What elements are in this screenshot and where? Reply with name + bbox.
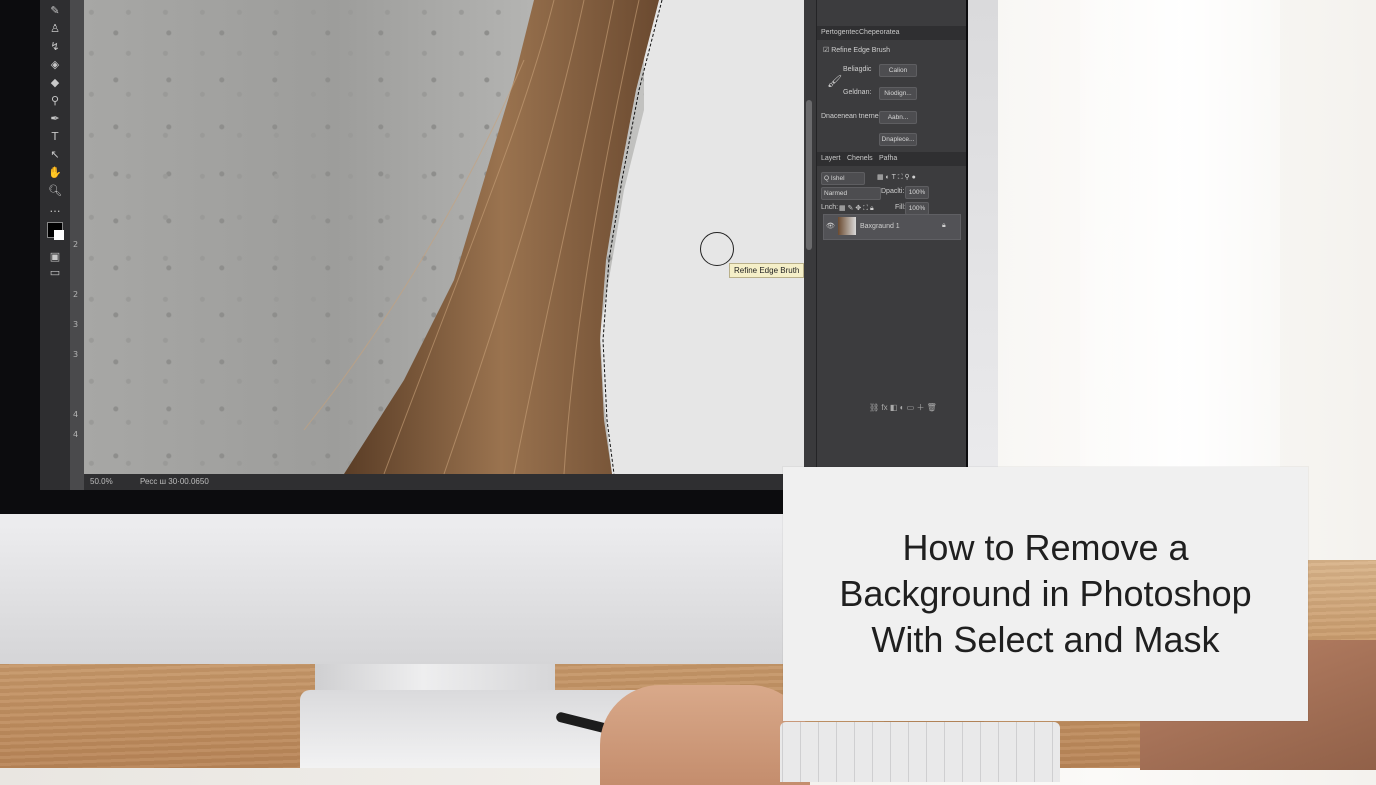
keyboard — [780, 722, 1060, 782]
pen-icon[interactable]: ✒ — [47, 112, 63, 126]
screen-mode-icon[interactable]: ▭ — [47, 266, 63, 280]
tools-panel: ✎ ♙ ↯ ◈ ◆ ⚲ ✒ T ↖ ✋ 🔍︎ … ▣ ▭ — [40, 0, 71, 490]
refine-edge-checkbox-label: Refine Edge Brush — [831, 47, 890, 54]
layers-tabs: Layert Chenels Pafha — [817, 152, 966, 166]
dodge-icon[interactable]: ⚲ — [47, 94, 63, 108]
ruler-number: 3 — [73, 320, 79, 329]
ruler-number: 4 — [73, 430, 79, 439]
hair-image — [303, 0, 804, 474]
opacity-label: Dpaclti: — [881, 188, 905, 195]
title-line-3: With Select and Mask — [871, 619, 1220, 660]
tab-layers[interactable]: Layert — [821, 152, 840, 166]
quick-mask-icon[interactable]: ▣ — [47, 250, 63, 264]
tab-paths[interactable]: Pafha — [879, 152, 897, 166]
status-bar: 50.0% Ресс ш 30·00.0650 — [84, 474, 804, 490]
brush-preset-icon[interactable]: 🖌︎ — [827, 74, 842, 88]
ruler-number: 2 — [73, 290, 79, 299]
history-brush-icon[interactable]: ↯ — [47, 40, 63, 54]
property-button-2[interactable]: Niodign... — [879, 87, 917, 100]
canvas-vertical-scrollbar[interactable] — [804, 0, 814, 474]
zoom-level[interactable]: 50.0% — [90, 474, 113, 490]
lock-icon: 🔒︎ — [942, 222, 946, 229]
layer-row[interactable]: 👁︎ Baxgraund 1 🔒︎ — [823, 214, 961, 240]
layer-name: Baxgraund 1 — [860, 223, 900, 230]
property-button-4[interactable]: Dnaplece... — [879, 133, 917, 146]
photoshop-screen: ✎ ♙ ↯ ◈ ◆ ⚲ ✒ T ↖ ✋ 🔍︎ … ▣ ▭ 2 2 3 3 4 4… — [40, 0, 966, 490]
tool-tooltip: Refine Edge Bruth — [729, 263, 804, 278]
lock-icons[interactable]: ▦ ✎ ✥ ⛶ 🔒︎ — [839, 204, 874, 213]
properties-tabs: Pertogentec Chepeoratea — [817, 26, 966, 40]
title-line-2: Background in Photoshop — [839, 573, 1252, 614]
article-title: How to Remove a Background in Photoshop … — [811, 525, 1281, 663]
blend-mode-select[interactable]: Narmed — [821, 187, 881, 200]
ruler-number: 4 — [73, 410, 79, 419]
opacity-field[interactable]: 100% — [905, 186, 929, 199]
path-select-icon[interactable]: ↖ — [47, 148, 63, 162]
tab-adjustments[interactable]: Chepeoratea — [859, 26, 899, 40]
property-button-3[interactable]: Aabn... — [879, 111, 917, 124]
property-label: Geldnan: — [843, 89, 872, 96]
property-button-1[interactable]: Calion — [879, 64, 917, 77]
brush-icon[interactable]: ✎ — [47, 4, 63, 18]
image-canvas[interactable]: Refine Edge Bruth — [84, 0, 804, 474]
hand-icon[interactable]: ✋ — [47, 166, 63, 180]
title-card: How to Remove a Background in Photoshop … — [783, 467, 1308, 721]
ruler-number: 3 — [73, 350, 79, 359]
title-line-1: How to Remove a — [902, 527, 1189, 568]
refine-edge-checkbox[interactable]: ☑ Refine Edge Brush — [823, 46, 890, 54]
type-icon[interactable]: T — [47, 130, 63, 144]
tab-properties[interactable]: Pertogentec — [821, 26, 859, 40]
layers-footer-icons[interactable]: ⛓ fx ◧ ◐ ▭ ＋ 🗑︎ — [869, 402, 937, 413]
zoom-icon[interactable]: 🔍︎ — [47, 184, 63, 198]
vertical-ruler: 2 2 3 3 4 4 — [70, 0, 85, 490]
ruler-number: 2 — [73, 240, 79, 249]
tab-channels[interactable]: Chenels — [847, 152, 873, 166]
background-color-swatch[interactable] — [54, 230, 64, 240]
layer-filter-icons[interactable]: ▦ ◐ T ⛶ ⚲ ● — [877, 173, 916, 182]
blur-icon[interactable]: ◆ — [47, 76, 63, 90]
more-tools-icon[interactable]: … — [47, 202, 63, 216]
stamp-icon[interactable]: ♙ — [47, 22, 63, 36]
layer-filter-select[interactable]: Q Ishel — [821, 172, 865, 185]
eraser-icon[interactable]: ◈ — [47, 58, 63, 72]
layer-thumbnail — [838, 217, 856, 235]
scrollbar-thumb[interactable] — [806, 100, 812, 250]
document-info: Ресс ш 30·00.0650 — [140, 477, 209, 486]
user-hand — [600, 685, 810, 785]
window-light — [1080, 0, 1280, 470]
eye-icon[interactable]: 👁︎ — [826, 222, 835, 230]
property-label: Beliagdic — [843, 66, 872, 73]
right-panels: Pertogentec Chepeoratea ☑ Refine Edge Br… — [816, 0, 966, 490]
lock-label: Lnch: — [821, 204, 839, 211]
monitor-bezel: ✎ ♙ ↯ ◈ ◆ ⚲ ✒ T ↖ ✋ 🔍︎ … ▣ ▭ 2 2 3 3 4 4… — [0, 0, 968, 514]
brush-cursor — [700, 232, 734, 266]
property-label: Dnacenean tnernec — [821, 113, 883, 120]
